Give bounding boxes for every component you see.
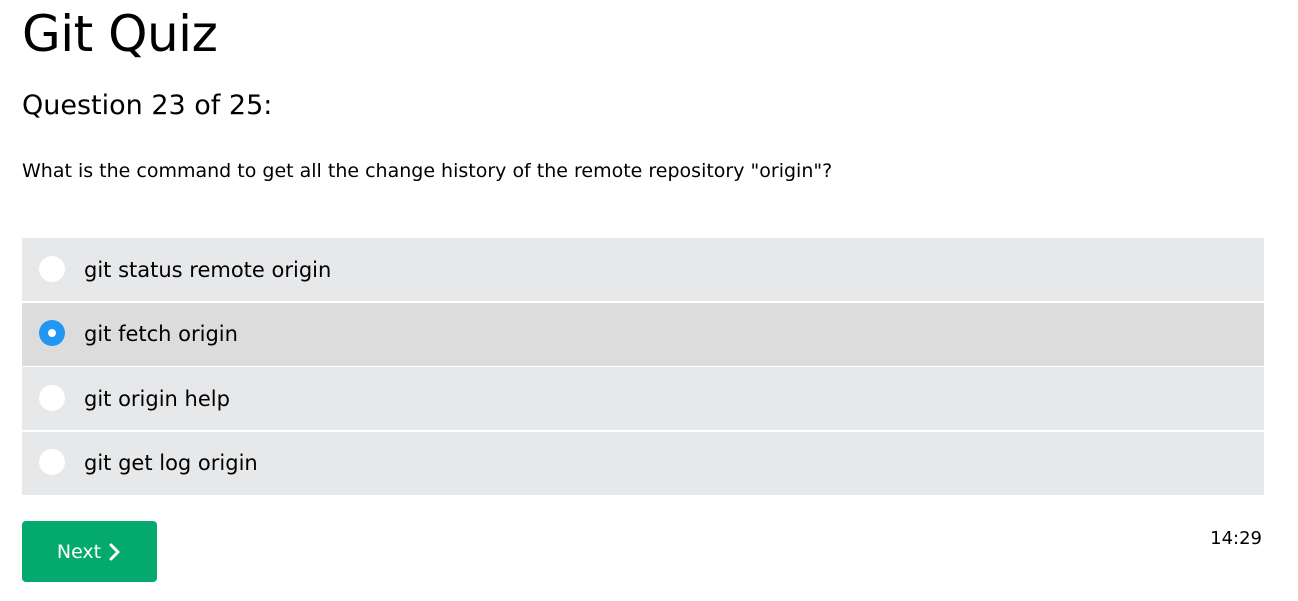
answer-option-1[interactable]: git status remote origin: [22, 238, 1264, 301]
radio-button-checked-icon[interactable]: [39, 320, 65, 346]
answer-option-2[interactable]: git fetch origin: [22, 302, 1264, 366]
answer-option-3[interactable]: git origin help: [22, 367, 1264, 430]
answer-option-label: git fetch origin: [84, 322, 238, 346]
question-text: What is the command to get all the chang…: [22, 160, 833, 182]
answer-option-label: git status remote origin: [84, 257, 332, 282]
next-button[interactable]: Next: [22, 521, 157, 582]
radio-button-icon[interactable]: [39, 384, 65, 411]
question-counter: Question 23 of 25:: [22, 90, 273, 121]
answer-option-label: git origin help: [84, 386, 230, 411]
radio-button-icon[interactable]: [39, 449, 65, 475]
answer-options: git status remote origin git fetch origi…: [22, 238, 1264, 496]
answer-option-label: git get log origin: [84, 451, 258, 475]
chevron-right-icon: [109, 543, 120, 560]
radio-button-icon[interactable]: [39, 255, 65, 282]
countdown-timer: 14:29: [1210, 528, 1262, 549]
page-title: Git Quiz: [22, 5, 218, 63]
quiz-page: Git Quiz Question 23 of 25: What is the …: [0, 0, 1298, 601]
answer-option-4[interactable]: git get log origin: [22, 431, 1264, 495]
next-button-label: Next: [56, 540, 102, 563]
